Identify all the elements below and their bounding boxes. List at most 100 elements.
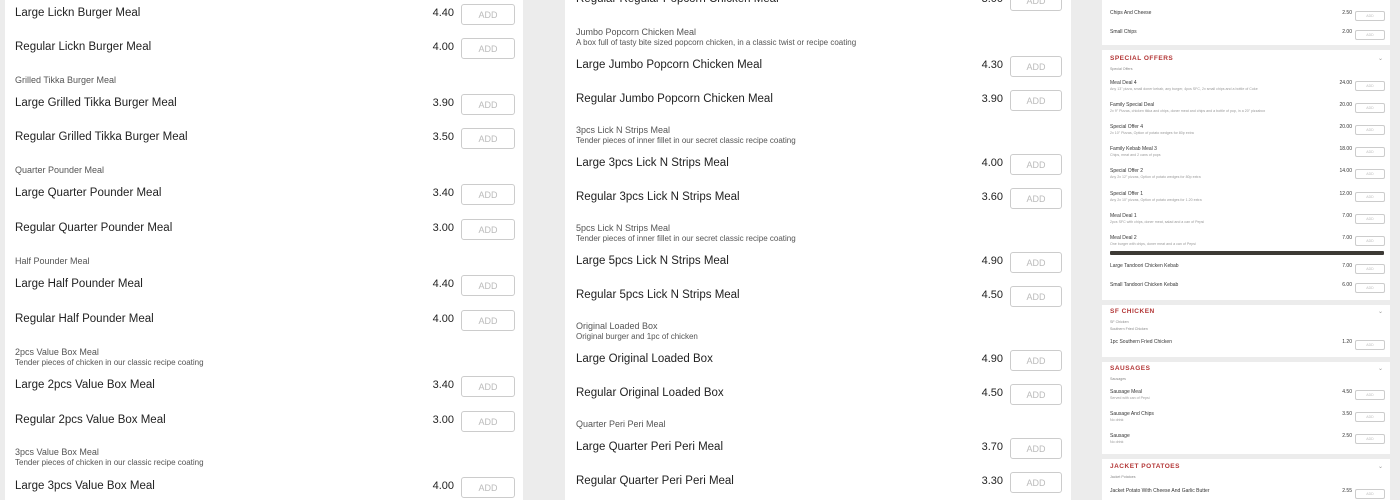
menu-item-name: Large Jumbo Popcorn Chicken Meal [576, 59, 763, 71]
add-button[interactable]: ADD [461, 219, 515, 240]
menu-item-name: Large Quarter Peri Peri Meal [576, 441, 724, 453]
add-button[interactable]: ADD [461, 310, 515, 331]
add-button[interactable]: ADD [461, 4, 515, 25]
section-header: Quarter Peri Peri Meal [576, 419, 666, 429]
add-button[interactable]: ADD [1355, 81, 1385, 91]
add-button[interactable]: ADD [1010, 90, 1062, 111]
menu-item-price: 4.90 [981, 353, 1003, 365]
menu-item-name: Regular 3pcs Lick N Strips Meal [576, 191, 740, 203]
menu-item-price: 4.00 [432, 480, 454, 492]
menu-item-price: 4.00 [432, 41, 454, 53]
menu-item-name: Regular Half Pounder Meal [15, 313, 154, 325]
section-header: Grilled Tikka Burger Meal [15, 75, 117, 85]
chevron-down-icon[interactable]: ⌄ [1378, 365, 1383, 372]
add-button[interactable]: ADD [1355, 30, 1385, 40]
add-button[interactable]: ADD [1355, 412, 1385, 422]
section-header: 5pcs Lick N Strips Meal [576, 223, 671, 233]
menu-item-name: Sausage And Chips [1110, 411, 1154, 417]
section-description: Tender pieces of chicken in our classic … [15, 358, 204, 367]
menu-item-price: 4.90 [981, 255, 1003, 267]
add-button[interactable]: ADD [1355, 489, 1385, 499]
menu-item-name: Large 5pcs Lick N Strips Meal [576, 255, 729, 267]
menu-item-price: 3.50 [432, 131, 454, 143]
menu-item-price: 14.00 [1339, 168, 1352, 174]
add-button[interactable]: ADD [1010, 0, 1062, 11]
menu-item-price: 4.50 [1342, 389, 1352, 395]
menu-item-name: Large 2pcs Value Box Meal [15, 379, 155, 391]
add-button[interactable]: ADD [1355, 125, 1385, 135]
add-button[interactable]: ADD [1355, 283, 1385, 293]
menu-item-name: Large Quarter Pounder Meal [15, 187, 162, 199]
menu-item-name: Regular Lickn Burger Meal [15, 41, 152, 53]
add-button[interactable]: ADD [1010, 438, 1062, 459]
menu-item-price: 2.00 [1342, 29, 1352, 35]
add-button[interactable]: ADD [461, 128, 515, 149]
add-button[interactable]: ADD [461, 275, 515, 296]
menu-item-price: 6.00 [1342, 282, 1352, 288]
add-button[interactable]: ADD [1010, 472, 1062, 493]
menu-item-name: Large Grilled Tikka Burger Meal [15, 97, 177, 109]
add-button[interactable]: ADD [1010, 188, 1062, 209]
menu-item-name: Meal Deal 1 [1110, 213, 1137, 219]
add-button[interactable]: ADD [1355, 103, 1385, 113]
category-subtitle: Jacket Potatoes [1110, 475, 1136, 479]
menu-item-name: Regular Quarter Pounder Meal [15, 222, 173, 234]
menu-item-price: 3.00 [432, 222, 454, 234]
menu-item-description: Chips, meat and 2 cans of pops [1110, 153, 1161, 157]
menu-item-description: Served with can of Pepsi [1110, 396, 1150, 400]
add-button[interactable]: ADD [1010, 56, 1062, 77]
menu-item-name: Regular Original Loaded Box [576, 387, 724, 399]
menu-item-name: Special Offer 1 [1110, 191, 1143, 197]
add-button[interactable]: ADD [1010, 252, 1062, 273]
add-button[interactable]: ADD [1355, 147, 1385, 157]
add-button[interactable]: ADD [1355, 214, 1385, 224]
section-divider [1102, 45, 1390, 50]
category-title: SF CHICKEN [1110, 308, 1155, 315]
chevron-down-icon[interactable]: ⌄ [1378, 55, 1383, 62]
section-description: Tender pieces of chicken in our classic … [15, 458, 204, 467]
add-button[interactable]: ADD [1010, 384, 1062, 405]
add-button[interactable]: ADD [1355, 340, 1385, 350]
chevron-down-icon[interactable]: ⌄ [1378, 463, 1383, 470]
add-button[interactable]: ADD [1355, 169, 1385, 179]
menu-item-price: 3.90 [432, 97, 454, 109]
menu-item-name: Regular Quarter Peri Peri Meal [576, 475, 734, 487]
menu-item-price: 3.00 [963, 0, 1003, 5]
menu-item-name: 1pc Southern Fried Chicken [1110, 339, 1172, 345]
section-divider [1102, 357, 1390, 362]
add-button[interactable]: ADD [1355, 390, 1385, 400]
category-subtitle: Sausages [1110, 377, 1126, 381]
menu-item-price: 3.40 [432, 187, 454, 199]
menu-item-description: 2x 10" Pizzas, Option of potato wedges f… [1110, 131, 1194, 135]
chevron-down-icon[interactable]: ⌄ [1378, 308, 1383, 315]
add-button[interactable]: ADD [1355, 236, 1385, 246]
menu-item-price: 3.50 [1342, 411, 1352, 417]
menu-panel-right: Chips And Cheese 2.50 ADD Small Chips 2.00 AD… [1102, 0, 1390, 500]
add-button[interactable]: ADD [1010, 350, 1062, 371]
add-button[interactable]: ADD [461, 94, 515, 115]
menu-item-price: 18.00 [1339, 146, 1352, 152]
add-button[interactable]: ADD [461, 38, 515, 59]
section-header: Quarter Pounder Meal [15, 165, 105, 175]
menu-item-description: No drink [1110, 440, 1124, 444]
menu-item-price: 12.00 [1339, 191, 1352, 197]
add-button[interactable]: ADD [1355, 264, 1385, 274]
add-button[interactable]: ADD [1355, 434, 1385, 444]
category-title: JACKET POTATOES [1110, 463, 1180, 470]
add-button[interactable]: ADD [461, 184, 515, 205]
add-button[interactable]: ADD [461, 411, 515, 432]
menu-item-price: 3.60 [981, 191, 1003, 203]
add-button[interactable]: ADD [461, 477, 515, 498]
add-button[interactable]: ADD [461, 376, 515, 397]
menu-item-name: Regular Grilled Tikka Burger Meal [15, 131, 188, 143]
menu-item-name: Sausage [1110, 433, 1130, 439]
menu-item-price: 7.00 [1342, 263, 1352, 269]
add-button[interactable]: ADD [1355, 192, 1385, 202]
add-button[interactable]: ADD [1010, 286, 1062, 307]
add-button[interactable]: ADD [1355, 11, 1385, 21]
menu-item-price: 3.90 [981, 93, 1003, 105]
menu-item-price: 2.55 [1342, 488, 1352, 494]
add-button[interactable]: ADD [1010, 154, 1062, 175]
menu-item-price: 3.30 [981, 475, 1003, 487]
menu-item-price: 20.00 [1339, 124, 1352, 130]
